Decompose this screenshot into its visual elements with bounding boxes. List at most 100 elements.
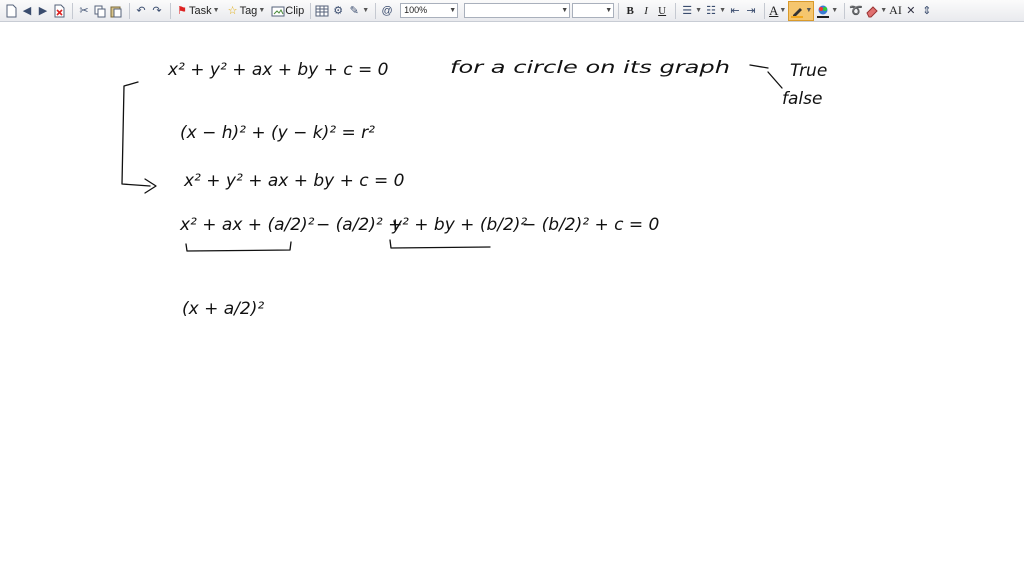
- font-color-label: A: [769, 2, 779, 18]
- chevron-down-icon: ▼: [258, 7, 266, 14]
- redo-icon: ↷: [152, 4, 162, 17]
- ink-layer: x² + y² + ax + by + c = 0 for a circle o…: [121, 58, 827, 319]
- at-icon: @: [381, 4, 393, 17]
- underline-group-y: [389, 239, 491, 249]
- chevron-down-icon: ▼: [880, 7, 888, 14]
- arrow-left-icon: ◀: [22, 4, 32, 17]
- paste-icon: [109, 4, 123, 18]
- highlighter-button[interactable]: ▼: [788, 0, 815, 21]
- page-icon: [4, 4, 18, 18]
- paste-button[interactable]: [109, 2, 123, 20]
- font-size-select[interactable]: ▼: [572, 3, 615, 18]
- toolbar-separator: [170, 2, 171, 19]
- table-button[interactable]: [315, 2, 329, 20]
- toolbar-separator: [764, 2, 766, 19]
- eraser-button[interactable]: ▼: [865, 2, 887, 20]
- back-button[interactable]: ◀: [20, 2, 34, 20]
- chevron-down-icon: ▼: [779, 7, 787, 14]
- note-canvas[interactable]: x² + y² + ax + by + c = 0 for a circle o…: [0, 22, 1024, 576]
- chevron-down-icon: ▼: [695, 7, 703, 14]
- color-wheel-icon: [816, 4, 830, 18]
- copy-button[interactable]: [93, 2, 107, 20]
- equation-comment: for a circle on its graph: [450, 58, 730, 78]
- style-select[interactable]: ▼: [464, 3, 571, 18]
- chevron-down-icon: ▼: [805, 7, 813, 14]
- new-page-button[interactable]: [4, 2, 18, 20]
- increase-indent-button[interactable]: ⇥: [744, 2, 758, 20]
- annotation-connector: [767, 71, 783, 89]
- decrease-indent-button[interactable]: ⇤: [728, 2, 742, 20]
- equation-line-5: (x + a/2)²: [182, 299, 264, 319]
- tag-label: Tag: [239, 4, 258, 17]
- chevron-down-icon: ▼: [561, 7, 569, 14]
- star-icon: ☆: [227, 4, 238, 17]
- bullets-button[interactable]: ☰ ▼: [680, 2, 702, 20]
- text-size-label: AI: [889, 3, 902, 17]
- eraser-icon: [865, 4, 879, 18]
- insert-space-button[interactable]: ⇕: [920, 2, 934, 20]
- outdent-icon: ⇤: [730, 4, 740, 17]
- close-icon: ✕: [906, 4, 916, 17]
- cut-button[interactable]: ✂: [77, 2, 91, 20]
- toolbar: ◀ ▶ ✂ ↶ ↷ ⚑ Task ▼ ☆ Tag ▼ Clip ⚙ ✎ ▼ @ 100% ▼…: [0, 0, 1024, 22]
- italic-button[interactable]: I: [639, 2, 653, 20]
- zoom-value: 100%: [404, 5, 428, 15]
- zoom-input[interactable]: 100% ▼: [400, 3, 459, 18]
- table-icon: [315, 4, 329, 18]
- equation-line-4-part-d: − (b/2)² + c = 0: [522, 215, 659, 235]
- pen-color-button[interactable]: ▼: [816, 2, 838, 20]
- task-button[interactable]: ⚑ Task ▼: [175, 2, 220, 20]
- insert-space-icon: ⇕: [922, 4, 932, 17]
- lasso-icon: ➰: [849, 4, 864, 17]
- toolbar-separator: [675, 2, 677, 19]
- numbering-button[interactable]: ☷ ▼: [704, 2, 726, 20]
- close-button[interactable]: ✕: [904, 2, 918, 20]
- answer-false: false: [782, 89, 822, 109]
- highlighter-icon: [790, 4, 804, 18]
- toolbar-separator: [844, 2, 846, 19]
- text-size-button[interactable]: AI: [889, 2, 902, 20]
- toolbar-separator: [129, 2, 130, 19]
- chevron-down-icon: ▼: [831, 7, 839, 14]
- email-button[interactable]: @: [380, 2, 394, 20]
- toolbar-separator: [72, 2, 73, 19]
- font-color-button[interactable]: A ▼: [769, 2, 786, 20]
- bold-button[interactable]: B: [623, 2, 637, 20]
- task-label: Task: [189, 4, 212, 17]
- scissors-icon: ✂: [79, 4, 89, 17]
- flag-icon: ⚑: [177, 4, 187, 17]
- chevron-down-icon: ▼: [212, 7, 220, 14]
- toolbar-separator: [310, 2, 312, 19]
- indent-icon: ⇥: [746, 4, 756, 17]
- insert-button[interactable]: ⚙: [331, 2, 345, 20]
- underline-group-x: [185, 241, 292, 252]
- lasso-button[interactable]: ➰: [849, 2, 863, 20]
- redo-button[interactable]: ↷: [150, 2, 164, 20]
- pen-icon: ✎: [349, 4, 359, 17]
- equation-line-3: x² + y² + ax + by + c = 0: [183, 171, 405, 191]
- equation-line-4-part-c: y² + by + (b/2)²: [391, 215, 527, 235]
- copy-icon: [93, 4, 107, 18]
- toolbar-separator: [618, 2, 620, 19]
- bullet-list-icon: ☰: [682, 4, 693, 17]
- pen-button[interactable]: ✎ ▼: [347, 2, 370, 20]
- tag-button[interactable]: ☆ Tag ▼: [226, 2, 266, 20]
- clip-button[interactable]: Clip: [271, 2, 304, 20]
- clip-label: Clip: [285, 4, 305, 17]
- bracket-stroke: [121, 81, 151, 187]
- equation-line-1: x² + y² + ax + by + c = 0: [167, 60, 389, 80]
- arrow-right-icon: ▶: [38, 4, 48, 17]
- gear-icon: ⚙: [333, 4, 344, 17]
- clip-icon: [271, 4, 285, 18]
- forward-button[interactable]: ▶: [36, 2, 50, 20]
- equation-line-4-part-b: − (a/2)² +: [316, 215, 402, 235]
- underline-button[interactable]: U: [655, 2, 669, 20]
- chevron-down-icon: ▼: [362, 7, 370, 14]
- chevron-down-icon: ▼: [605, 7, 613, 14]
- undo-button[interactable]: ↶: [134, 2, 148, 20]
- equation-line-4-part-a: x² + ax + (a/2)²: [179, 215, 315, 235]
- annotation-dash: [749, 64, 769, 69]
- delete-button[interactable]: [52, 2, 66, 20]
- toolbar-separator: [375, 2, 377, 19]
- answer-true: True: [790, 61, 827, 81]
